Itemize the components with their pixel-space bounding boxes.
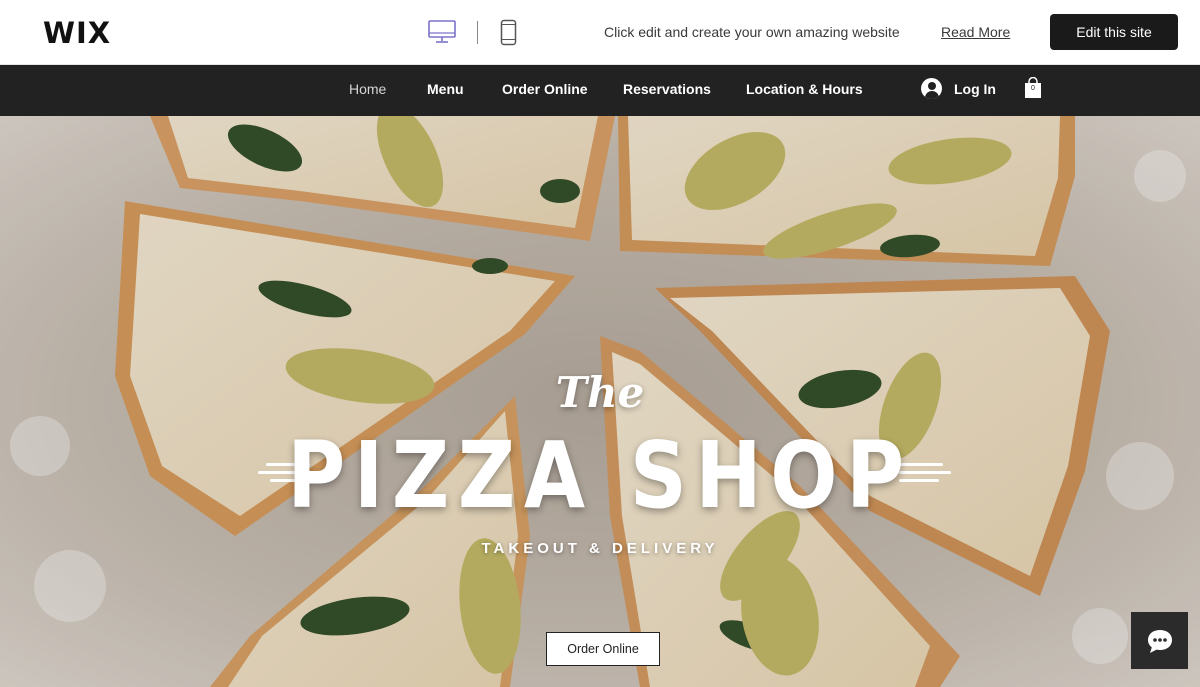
desktop-icon[interactable] [428,20,456,44]
hero-section: The PIZZA SHOP TAKEOUT & DELIVERY Order … [0,116,1200,687]
nav-item-reservations[interactable]: Reservations [623,81,711,97]
login-button[interactable]: Log In [921,78,996,99]
read-more-link[interactable]: Read More [941,24,1010,40]
site-navbar: Home Menu Order Online Reservations Loca… [0,65,1200,116]
hero-title: PIZZA SHOP [287,422,913,529]
cart-button[interactable]: 0 [1024,76,1042,99]
nav-item-home[interactable]: Home [349,81,386,97]
chat-bubble-icon [1147,629,1172,653]
wix-top-bar: WIX Click edit and create your own amazi… [0,0,1200,65]
wix-logo[interactable]: WIX [43,16,111,50]
device-separator [477,21,478,44]
cart-count: 0 [1031,85,1035,92]
mobile-icon[interactable] [500,19,517,46]
nav-item-location-hours[interactable]: Location & Hours [746,81,863,97]
chat-button[interactable] [1131,612,1188,669]
user-avatar-icon [921,78,942,99]
order-online-button[interactable]: Order Online [546,632,660,666]
login-label: Log In [954,80,996,97]
edit-site-button[interactable]: Edit this site [1050,14,1178,50]
promo-text: Click edit and create your own amazing w… [604,24,900,40]
nav-item-menu[interactable]: Menu [427,81,464,97]
hero-subtitle: TAKEOUT & DELIVERY [481,540,719,557]
nav-item-order-online[interactable]: Order Online [502,81,588,97]
hero-the-script: The [555,368,645,417]
